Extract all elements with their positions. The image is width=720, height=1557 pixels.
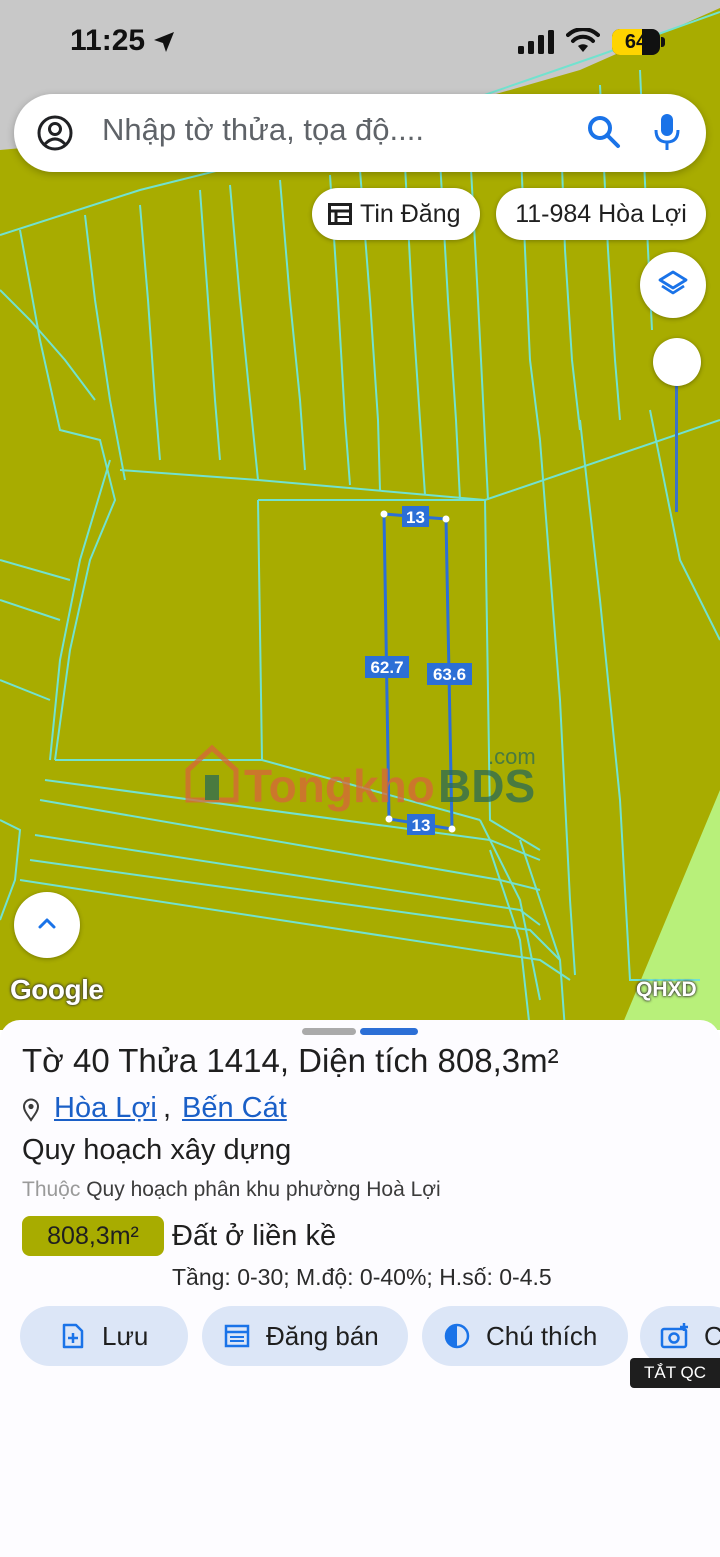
map-view[interactable]: 13 62.7 63.6 13 Tongkho BDS .com 11:25 6… [0,0,720,1030]
cellular-signal-icon [518,30,554,54]
location-arrow-icon [154,32,174,52]
area-chip[interactable]: 11-984 Hòa Lợi [496,188,706,240]
layer-code-label: QHXD [636,978,697,1001]
layers-icon [658,270,688,295]
opacity-slider-handle[interactable] [653,338,701,386]
battery-icon: 64 [612,29,660,55]
sheet-handle-right[interactable] [360,1028,418,1035]
chevron-up-icon [38,918,56,929]
zoning-source: Thuộc Quy hoạch phân khu phường Hoà Lợi [22,1178,441,1202]
microphone-icon[interactable] [652,112,682,152]
edge-label-top: 13 [406,508,425,527]
capture-button-label: C [704,1321,720,1351]
opacity-slider-track[interactable] [675,370,678,512]
post-sale-button[interactable]: Đăng bán [202,1306,408,1366]
save-button[interactable]: Lưu [20,1306,188,1366]
belongs-label: Thuộc [22,1178,81,1201]
map-layers-button[interactable] [640,252,706,318]
disable-ads-tag[interactable]: TẮT QC [630,1358,720,1388]
expand-button[interactable] [14,892,80,958]
plot-label: Thửa [109,1042,207,1079]
location-pin-icon [22,1098,40,1122]
legend-button[interactable]: Chú thích [422,1306,628,1366]
account-icon[interactable] [36,114,74,152]
status-bar: 11:25 64 [0,0,720,86]
google-logo: Google [10,974,104,1005]
sheet-handle-left[interactable] [302,1028,356,1035]
belongs-plan: Quy hoạch phân khu phường Hoà Lợi [86,1178,441,1201]
zoning-title: Quy hoạch xây dựng [22,1134,292,1166]
zoned-area-badge: 808,3m² [22,1216,164,1256]
battery-level: 64 [624,31,648,53]
search-icon[interactable] [586,114,622,150]
status-time: 11:25 [70,24,146,57]
legend-button-label: Chú thích [486,1321,598,1351]
contrast-icon [444,1323,470,1349]
title-prefix: Tờ [22,1042,73,1079]
sheet-number: 40 [72,1042,110,1079]
edge-label-bottom: 13 [412,816,431,835]
search-input[interactable]: Nhập tờ thửa, tọa độ.... [102,112,424,148]
wifi-icon [566,28,600,52]
capture-button[interactable]: C [640,1306,720,1366]
calendar-list-icon [224,1324,250,1348]
plot-number: 1414 [206,1042,280,1079]
camera-add-icon [660,1323,688,1349]
save-button-label: Lưu [102,1321,149,1351]
parcel-info-sheet: Tờ 40 Thửa 1414, Diện tích 808,3m² Hòa L… [0,1020,720,1557]
post-sale-button-label: Đăng bán [266,1321,379,1351]
area-label: , Diện tích [279,1042,438,1079]
parcel-title: Tờ 40 Thửa 1414, Diện tích 808,3m² [22,1042,559,1080]
land-type: Đất ở liền kề [172,1220,337,1252]
battery-tip [661,37,665,47]
add-file-icon [62,1323,84,1349]
listings-chip-label: Tin Đăng [360,200,461,228]
search-bar[interactable]: Nhập tờ thửa, tọa độ.... [14,94,706,172]
table-icon [328,203,352,225]
area-value: 808,3m² [437,1042,559,1079]
edge-label-left: 62.7 [370,658,403,677]
district-link[interactable]: Bến Cát [182,1092,287,1125]
edge-label-right: 63.6 [433,665,466,684]
svg-text:Tongkho: Tongkho [244,760,435,812]
location-separator: , [163,1092,172,1124]
ward-link[interactable]: Hòa Lợi [54,1092,157,1125]
listings-chip[interactable]: Tin Đăng [312,188,480,240]
building-limits: Tầng: 0-30; M.độ: 0-40%; H.số: 0-4.5 [172,1264,552,1290]
svg-text:.com: .com [488,744,536,769]
